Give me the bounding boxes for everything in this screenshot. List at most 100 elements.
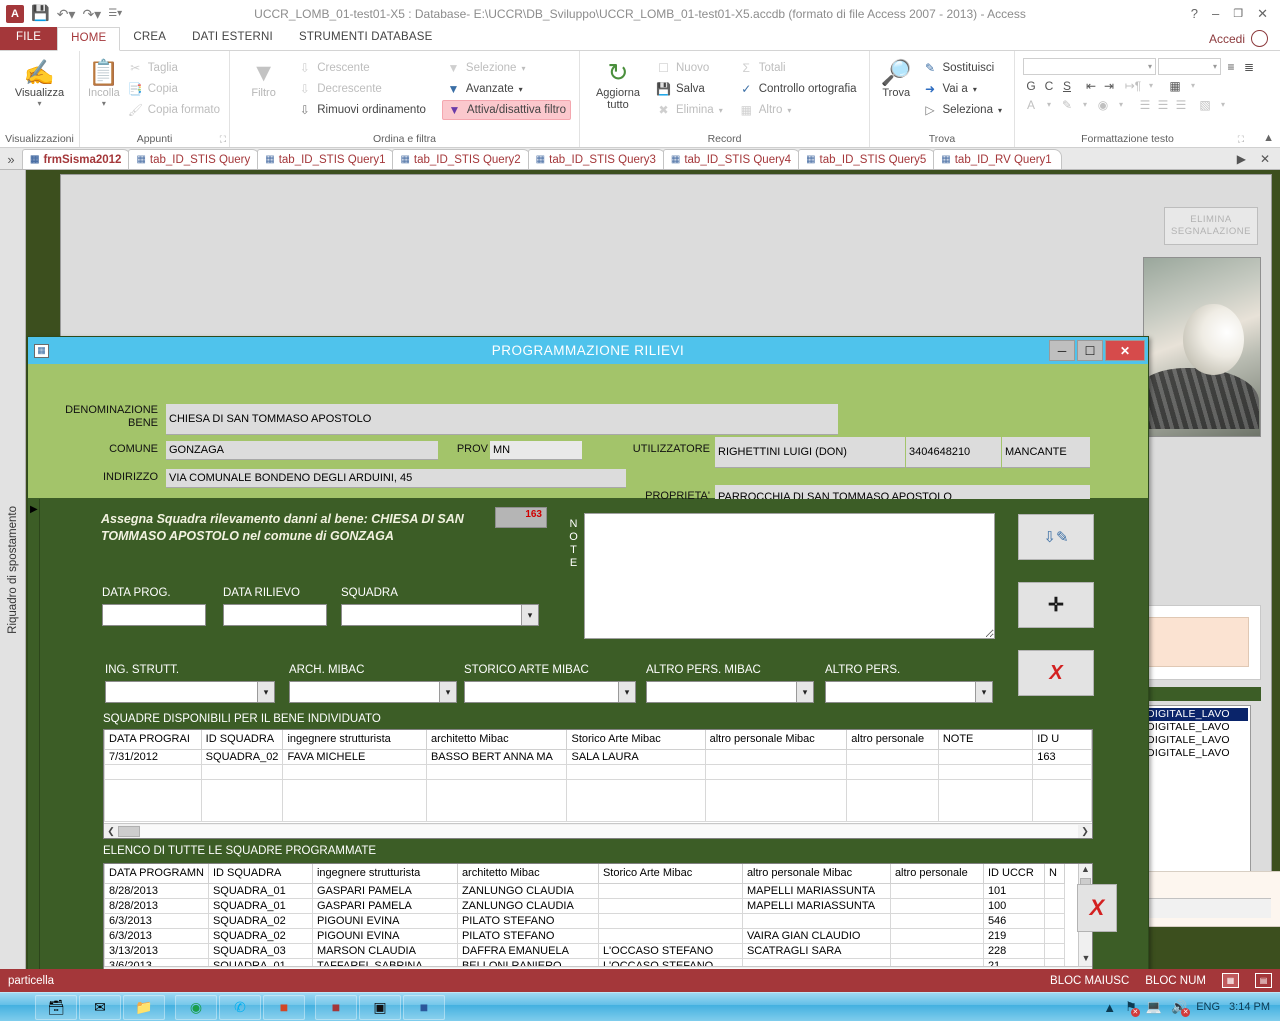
cell-empty[interactable] (104, 778, 202, 822)
cell-altro-mibac[interactable]: MAPELLI MARIASSUNTA (741, 897, 891, 914)
elimina-button[interactable]: ✖ Elimina ▾ (652, 100, 727, 120)
document-tab-bar[interactable]: » ▦ frmSisma2012 ▦ tab_ID_STIS Query ▦ t… (0, 148, 1280, 170)
table-row[interactable]: 3/13/2013 SQUADRA_03 MARSON CLAUDIA DAFF… (104, 942, 1065, 959)
scroll-down-icon[interactable]: ▼ (1079, 953, 1092, 966)
word-icon[interactable]: ■ (403, 994, 445, 1020)
chevron-down-icon[interactable]: ▾ (1041, 96, 1057, 113)
cell-empty[interactable] (200, 778, 284, 822)
doc-tab-stis-query4[interactable]: ▦ tab_ID_STIS Query4 (662, 149, 802, 169)
formattazione-dialog-launcher[interactable]: ⛶ (1238, 134, 1244, 145)
tab-file[interactable]: FILE (0, 27, 58, 50)
cell-empty[interactable] (846, 778, 939, 822)
scrollbar-thumb[interactable] (118, 825, 140, 837)
tab-strumenti-database[interactable]: STRUMENTI DATABASE (286, 27, 446, 50)
cell-empty[interactable] (282, 778, 427, 822)
utilizzatore-input[interactable] (715, 437, 905, 468)
chevron-down-icon[interactable]: ▾ (975, 682, 992, 702)
ribbon-tab-bar[interactable]: FILE HOME CREA DATI ESTERNI STRUMENTI DA… (0, 27, 1280, 51)
doc-tab-frmsisma2012[interactable]: ▦ frmSisma2012 (22, 149, 132, 169)
prov-input[interactable] (490, 441, 582, 460)
cell-id-uccr[interactable]: 163 (1032, 748, 1092, 765)
increase-indent-icon[interactable]: ⇥ (1101, 77, 1117, 94)
form-maximize-button[interactable]: ☐ (1077, 340, 1103, 361)
doc-tab-stis-query5[interactable]: ▦ tab_ID_STIS Query5 (798, 149, 937, 169)
delete-programmed-button[interactable]: X (1077, 884, 1117, 932)
chevron-down-icon[interactable]: ▾ (1143, 77, 1159, 94)
col-id-uccr[interactable]: ID UCCR (982, 864, 1045, 884)
avanzate-button[interactable]: ▼ Avanzate ▾ (442, 79, 571, 99)
nuovo-button[interactable]: ☐ Nuovo (652, 58, 727, 78)
altro-button[interactable]: ▦ Altro ▾ (735, 100, 861, 120)
chevron-down-icon[interactable]: ▾ (1077, 96, 1093, 113)
numbered-list-icon[interactable]: ≣ (1241, 58, 1257, 75)
denominazione-input[interactable] (166, 404, 838, 435)
col-storico[interactable]: Storico Arte Mibac (597, 864, 743, 884)
cell-altro-mibac[interactable]: VAIRA GIAN CLAUDIO (741, 927, 891, 944)
chevron-down-icon[interactable]: ▾ (1215, 96, 1231, 113)
chrome-icon[interactable]: ◉ (175, 994, 217, 1020)
cell-note[interactable] (937, 748, 1034, 765)
col-data-programm[interactable]: DATA PROGRAMN (104, 864, 209, 884)
cell-architetto[interactable]: PILATO STEFANO (456, 927, 599, 944)
show-hidden-icons-icon[interactable]: ▲ (1103, 1000, 1116, 1015)
controllo-ortografia-button[interactable]: ✓ Controllo ortografia (735, 79, 861, 99)
horizontal-scrollbar[interactable]: ❮ ❯ (104, 823, 1092, 838)
ing-strutt-combo[interactable]: ▾ (105, 681, 275, 703)
access-icon[interactable]: ■ (315, 994, 357, 1020)
cell-altro[interactable] (889, 897, 984, 914)
bullet-list-icon[interactable]: ≡ (1223, 58, 1239, 75)
doc-tab-stis-query1[interactable]: ▦ tab_ID_STIS Query1 (257, 149, 396, 169)
cell-empty[interactable] (846, 763, 939, 780)
cell-storico[interactable]: SALA LAURA (566, 748, 706, 765)
elimina-segnalazione-button[interactable]: ELIMINA SEGNALAZIONE (1164, 207, 1258, 245)
cell-altro-personale[interactable] (846, 748, 939, 765)
col-altro-pers-mibac[interactable]: altro personale Mibac (704, 730, 848, 750)
table-row-empty[interactable] (104, 763, 1092, 780)
chevron-down-icon[interactable]: ▾ (1113, 96, 1129, 113)
scrollbar-track[interactable] (140, 824, 1078, 838)
sort-button[interactable]: ⇩✎ (1018, 514, 1094, 560)
cell-data[interactable]: 8/28/2013 (104, 882, 209, 899)
seleziona-button[interactable]: ▷ Seleziona ▾ (918, 100, 1006, 120)
squadra-combo[interactable]: ▾ (341, 604, 539, 626)
cell-empty[interactable] (937, 763, 1034, 780)
copia-button[interactable]: 📑 Copia (124, 79, 224, 99)
sostituisci-button[interactable]: ✎ Sostituisci (918, 58, 1006, 78)
clock[interactable]: 3:14 PM (1229, 1001, 1270, 1013)
col-id-squadra[interactable]: ID SQUADRA (207, 864, 313, 884)
cell-architetto[interactable]: ZANLUNGO CLAUDIA (456, 897, 599, 914)
powerpoint-icon[interactable]: ■ (263, 994, 305, 1020)
scroll-right-icon[interactable]: ❯ (1078, 969, 1092, 970)
col-architetto[interactable]: architetto Mibac (425, 730, 568, 750)
list-item[interactable]: _DIGITALE_LAVO (1140, 747, 1248, 760)
cell-empty[interactable] (425, 763, 568, 780)
highlight-icon[interactable]: ✎ (1059, 96, 1075, 113)
scroll-left-icon[interactable]: ❮ (104, 826, 118, 837)
close-icon[interactable]: ✕ (1257, 6, 1268, 22)
cell-data[interactable]: 6/3/2013 (104, 927, 209, 944)
scroll-right-icon[interactable]: ❯ (1078, 826, 1092, 837)
cell-architetto[interactable]: BASSO BERT ANNA MA (425, 748, 568, 765)
doc-tab-stis-query2[interactable]: ▦ tab_ID_STIS Query2 (392, 149, 531, 169)
customize-qat-icon[interactable]: ☰▾ (108, 8, 122, 19)
cell-data-progr[interactable]: 7/31/2012 (104, 748, 202, 765)
scrollbar-track[interactable] (140, 967, 1078, 969)
attiva-disattiva-filtro-button[interactable]: ▼ Attiva/disattiva filtro (441, 100, 571, 120)
folder-icon[interactable]: 📁 (123, 994, 165, 1020)
cell-storico[interactable]: L'OCCASO STEFANO (597, 942, 743, 959)
comune-input[interactable] (166, 441, 438, 460)
background-note-field[interactable] (1141, 617, 1249, 667)
chevron-down-icon[interactable]: ▾ (37, 99, 41, 108)
cell-storico[interactable] (597, 912, 743, 929)
trova-button[interactable]: 🔎 Trova (878, 56, 914, 99)
cell-data[interactable]: 3/13/2013 (104, 942, 209, 959)
tab-home[interactable]: HOME (57, 27, 121, 51)
chevron-down-icon[interactable]: ▾ (618, 682, 635, 702)
scroll-up-icon[interactable]: ▲ (1079, 864, 1092, 877)
font-family-select[interactable]: ▾ (1023, 58, 1156, 75)
altro-pers-mibac-combo[interactable]: ▾ (646, 681, 814, 703)
cell-empty[interactable] (704, 763, 848, 780)
cell-altro-pers-mibac[interactable] (704, 748, 848, 765)
table-row-empty[interactable] (104, 778, 1092, 822)
datasheet-icon[interactable]: ▦ (1167, 77, 1183, 94)
